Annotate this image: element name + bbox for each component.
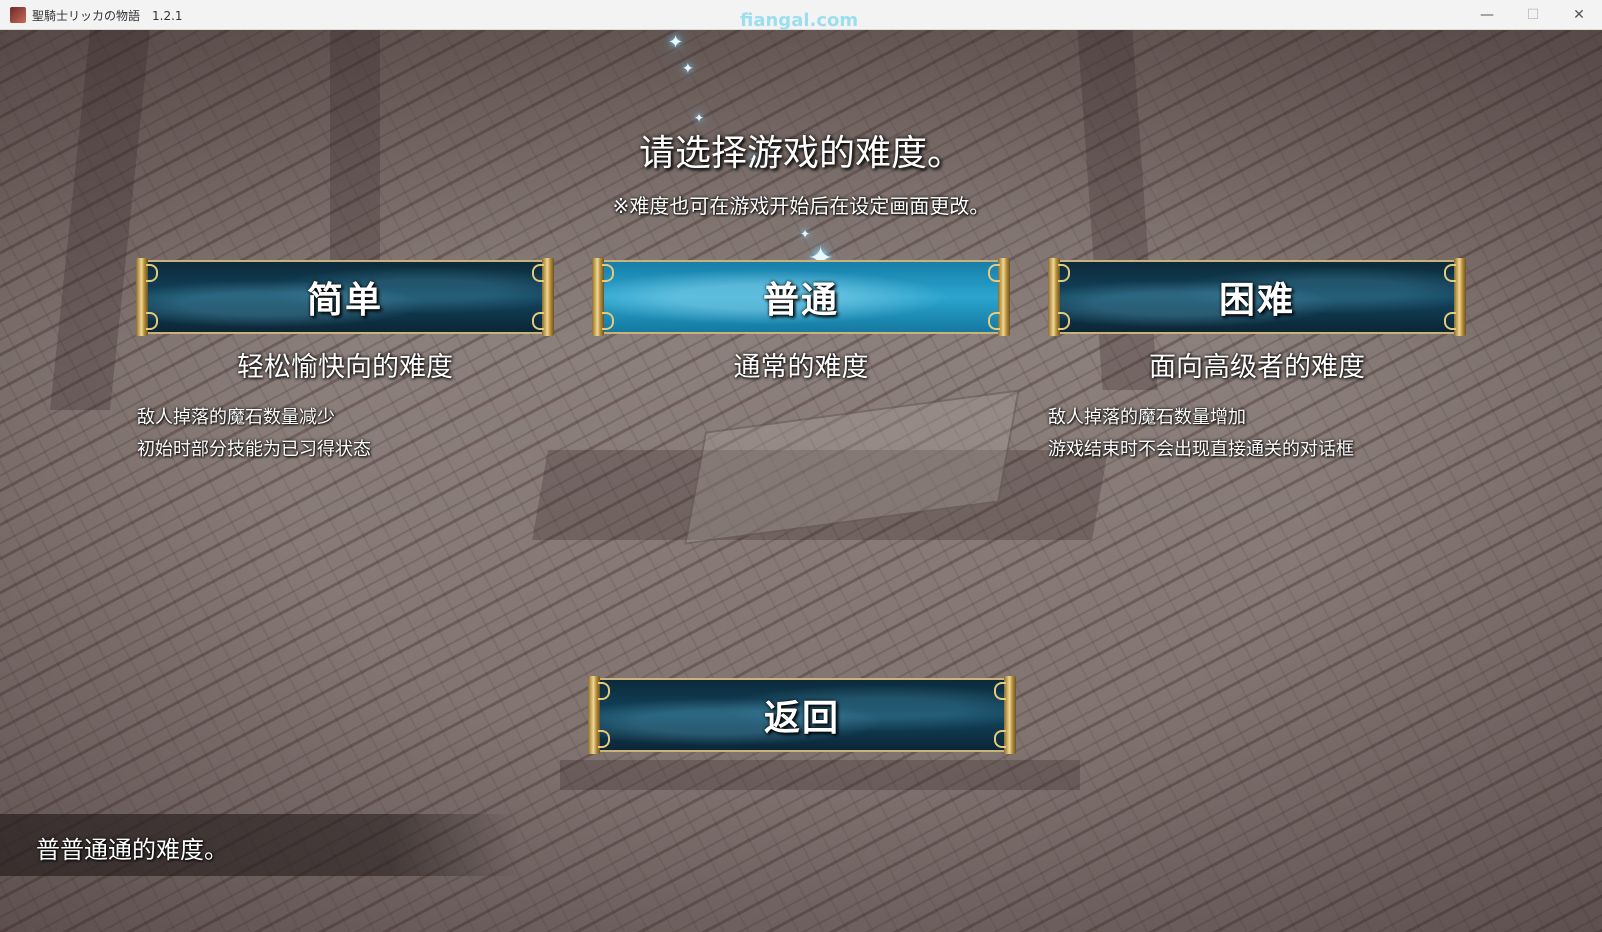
easy-description: 敌人掉落的魔石数量减少 初始时部分技能为已习得状态 [137,402,371,466]
normal-subtitle: 通常的难度 [733,352,869,383]
button-frame-right [532,258,554,336]
hard-detail-line: 敌人掉落的魔石数量增加 [1048,407,1246,428]
hard-difficulty-button[interactable]: 困难 [1048,258,1466,336]
button-frame-right [994,676,1016,754]
hard-description: 敌人掉落的魔石数量增加 游戏结束时不会出现直接通关的对话框 [1048,402,1354,466]
sparkle-icon: ✦ [800,227,811,241]
button-frame-right [988,258,1010,336]
easy-detail-line: 敌人掉落的魔石数量减少 [137,407,335,428]
button-frame-right [1444,258,1466,336]
sparkle-icon: ✦ [668,32,684,53]
app-icon [10,7,26,23]
button-label: 困难 [1218,280,1295,321]
watermark: fiangal.com [740,10,859,31]
hard-detail-line: 游戏结束时不会出现直接通关的对话框 [1048,439,1354,460]
back-button[interactable]: 返回 [588,676,1016,754]
button-frame-left [1048,258,1070,336]
minimize-button[interactable]: — [1464,0,1510,30]
game-window: 聖騎士リッカの物語 1.2.1 fiangal.com — ☐ ✕ ✦ ✦ ✦ … [0,0,1602,932]
easy-subtitle: 轻松愉快向的难度 [237,352,453,383]
normal-difficulty-button[interactable]: 普通 [592,258,1010,336]
page-note: ※难度也可在游戏开始后在设定画面更改。 [612,194,990,218]
button-frame-left [592,258,614,336]
button-label: 普通 [762,280,839,321]
sparkle-icon: ✦ [682,61,694,77]
maximize-button[interactable]: ☐ [1510,0,1556,30]
hard-subtitle: 面向高级者的难度 [1149,352,1365,383]
title-bar: 聖騎士リッカの物語 1.2.1 fiangal.com — ☐ ✕ [0,0,1602,31]
sparkle-icon: ✦ [694,111,705,125]
window-title: 聖騎士リッカの物語 1.2.1 [32,9,183,23]
close-button[interactable]: ✕ [1556,0,1602,30]
page-title: 请选择游戏的难度。 [638,133,963,174]
button-label: 返回 [763,698,840,739]
button-label: 简单 [306,280,383,321]
easy-detail-line: 初始时部分技能为已习得状态 [137,439,371,460]
easy-difficulty-button[interactable]: 简单 [136,258,554,336]
button-frame-left [136,258,158,336]
button-frame-left [588,676,610,754]
help-text: 普普通通的难度。 [36,836,228,864]
